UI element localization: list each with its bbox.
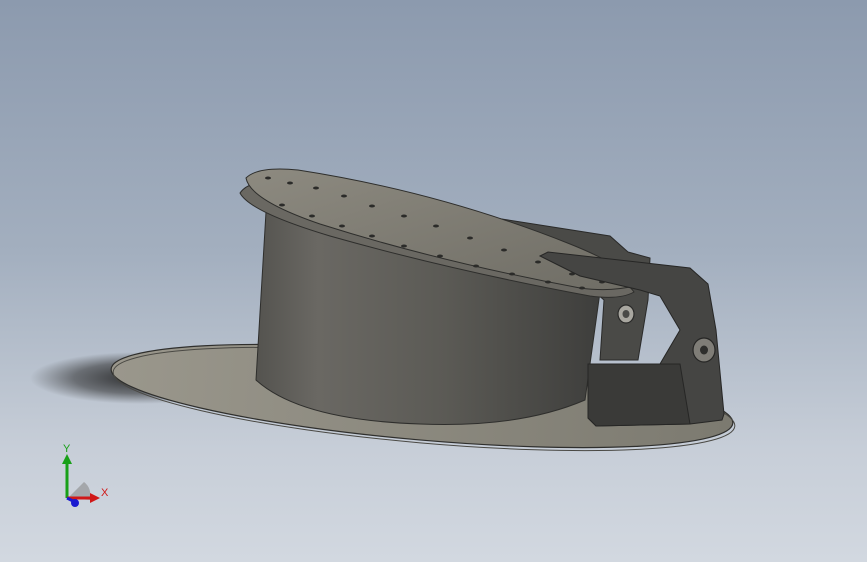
y-axis-label: Y xyxy=(63,443,71,455)
axis-triad: Y X xyxy=(48,440,118,515)
cad-viewport[interactable]: Y X xyxy=(0,0,867,562)
triad-graphic xyxy=(62,454,100,507)
3d-model-view[interactable] xyxy=(0,0,867,562)
x-axis-label: X xyxy=(101,487,109,499)
